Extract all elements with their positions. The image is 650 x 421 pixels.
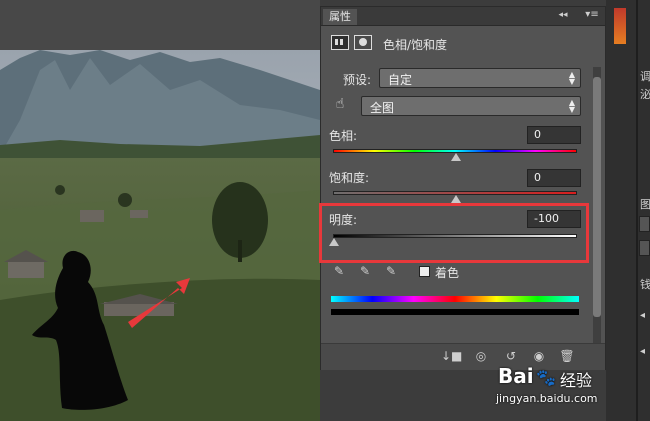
reset-icon[interactable]: ↺ [501, 348, 521, 364]
document-canvas[interactable] [0, 50, 320, 421]
dock-button[interactable] [639, 240, 650, 256]
paw-icon: 🐾 [536, 368, 556, 387]
dock-label[interactable]: 钱 [640, 276, 650, 292]
hue-slider-thumb[interactable] [451, 153, 461, 161]
adjustment-title: 色相/饱和度 [383, 38, 448, 52]
dropdown-arrows-icon: ▲ ▼ [568, 70, 575, 86]
saturation-input[interactable]: 0 [527, 169, 581, 187]
panel-menu-icon[interactable]: ▾≡ [583, 7, 601, 23]
adjustment-layer-icon[interactable] [331, 35, 349, 50]
dock-arrow-icon[interactable]: ◂ [640, 346, 645, 357]
highlight-box [319, 203, 589, 263]
clip-to-layer-icon[interactable]: ↓■ [441, 348, 462, 364]
collapse-icon[interactable]: ◂◂ [557, 7, 569, 23]
output-color-bar [331, 309, 579, 315]
preset-value: 自定 [388, 73, 413, 87]
preset-dropdown[interactable]: 自定 ▲ ▼ [379, 68, 581, 88]
baidu-watermark: Bai 🐾 经验 jingyan.baidu.com [496, 364, 616, 416]
right-dock: 调 泌 图 钱 ◂ ◂ [606, 0, 650, 421]
dock-arrow-icon[interactable]: ◂ [640, 310, 645, 321]
hue-label: 色相: [329, 129, 358, 143]
swatch-strip [614, 8, 626, 44]
dock-divider [636, 0, 638, 421]
eyedropper-icon[interactable]: ✎ [331, 263, 347, 279]
landscape-image [0, 50, 320, 421]
mask-icon[interactable] [354, 35, 372, 50]
panel-scrollbar[interactable] [593, 67, 601, 343]
view-previous-icon[interactable]: ◎ [471, 348, 491, 364]
visibility-eye-icon[interactable]: ◉ [529, 348, 549, 364]
watermark-brand: Bai [498, 364, 534, 388]
panel-tab-bar: 属性 ◂◂ ▾≡ [321, 7, 605, 26]
channel-value: 全图 [370, 101, 395, 115]
canvas-top-gutter [0, 0, 320, 50]
saturation-label: 饱和度: [329, 171, 370, 185]
saturation-slider-thumb[interactable] [451, 195, 461, 203]
preset-label: 预设: [343, 73, 372, 87]
dropdown-arrows-icon: ▲ ▼ [568, 98, 575, 114]
eyedropper-minus-icon[interactable]: ✎ [383, 263, 399, 279]
properties-panel: 属性 ◂◂ ▾≡ 色相/饱和度 预设: 自定 ▲ ▼ ☝ 全图 ▲ ▼ 色相: 0 … [319, 6, 606, 370]
dock-label[interactable]: 泌 [640, 86, 650, 102]
watermark-brand-suffix: 经验 [560, 371, 593, 390]
eyedropper-plus-icon[interactable]: ✎ [357, 263, 373, 279]
channel-dropdown[interactable]: 全图 ▲ ▼ [361, 96, 581, 116]
tab-properties[interactable]: 属性 [323, 9, 357, 25]
colorize-checkbox[interactable] [419, 266, 430, 277]
watermark-url: jingyan.baidu.com [496, 392, 598, 405]
colorize-label: 着色 [435, 266, 460, 280]
dock-button[interactable] [639, 216, 650, 232]
input-color-bar [331, 296, 579, 302]
dock-label[interactable]: 调 [640, 68, 650, 84]
targeted-adjustment-hand-icon[interactable]: ☝ [331, 96, 349, 114]
scrollbar-thumb[interactable] [593, 77, 601, 317]
dock-label[interactable]: 图 [640, 196, 650, 212]
delete-trash-icon[interactable]: 🗑 [557, 348, 577, 364]
hue-input[interactable]: 0 [527, 126, 581, 144]
